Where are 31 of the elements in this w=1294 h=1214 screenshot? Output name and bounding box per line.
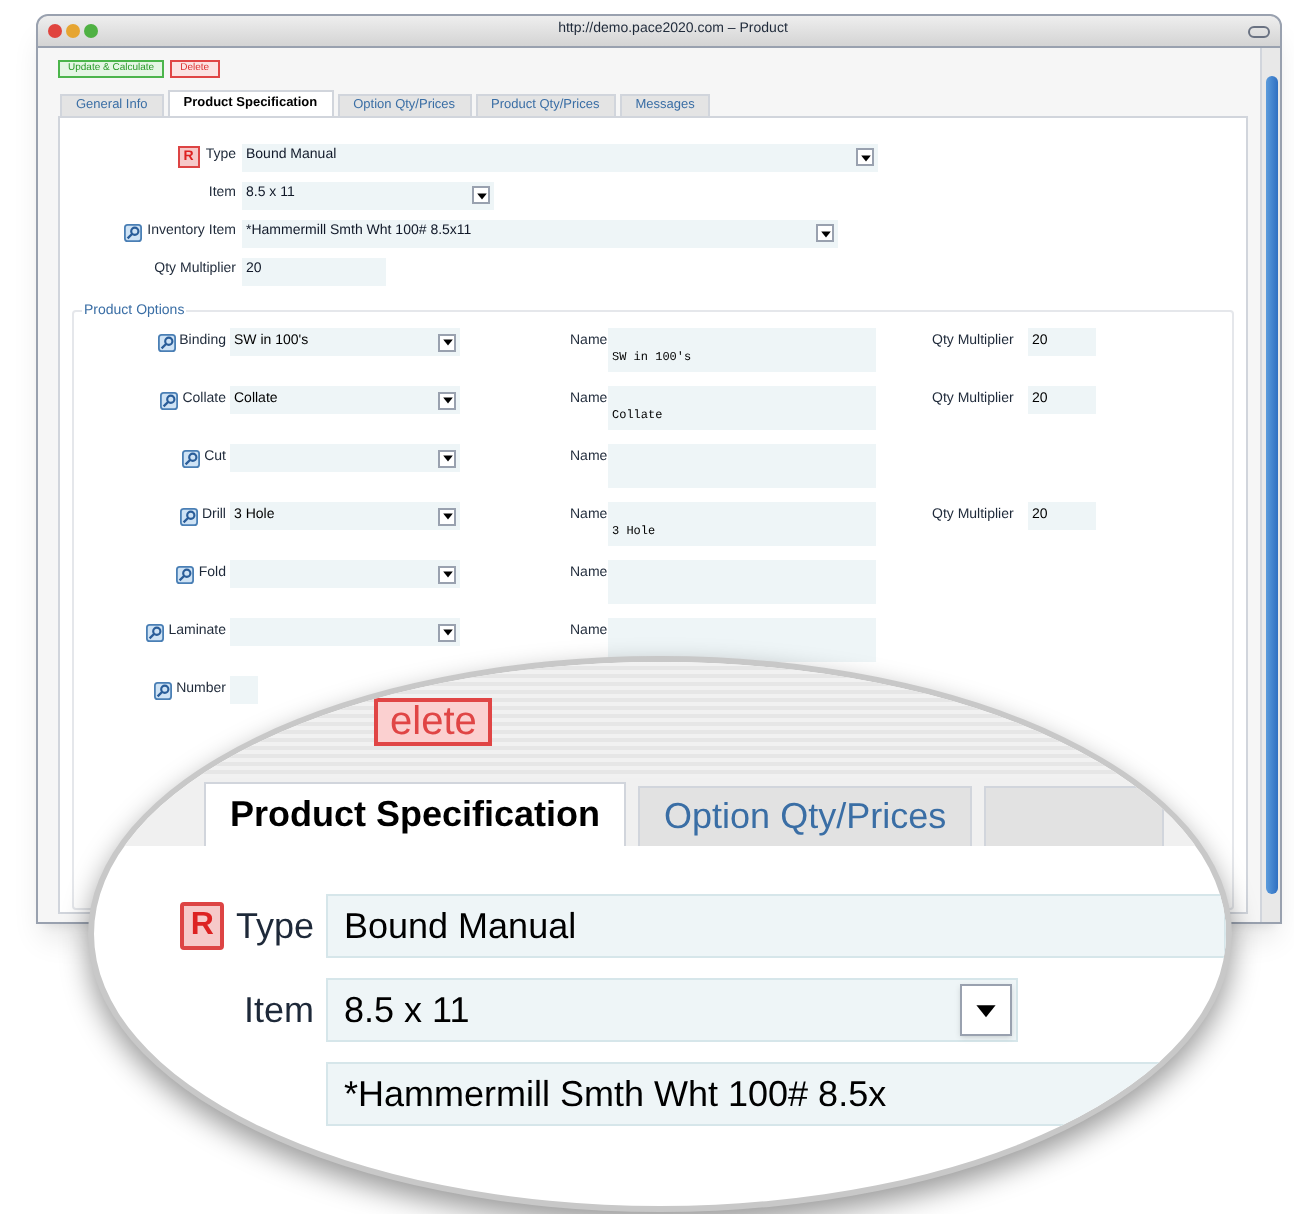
required-badge: R — [180, 902, 224, 950]
magnifier-icon[interactable] — [182, 449, 201, 467]
tab[interactable]: Product Specification — [204, 782, 627, 846]
vertical-scrollbar[interactable] — [1260, 48, 1280, 922]
toolbar-toggle-button[interactable] — [1248, 25, 1270, 37]
name-field[interactable] — [608, 618, 876, 662]
select-field[interactable] — [230, 444, 460, 472]
field-label: Item — [241, 987, 316, 1033]
magnifier-icon[interactable] — [154, 681, 173, 699]
dropdown-arrow-icon[interactable] — [438, 449, 456, 467]
dropdown-arrow-icon[interactable] — [438, 333, 456, 351]
dropdown-arrow-icon[interactable] — [472, 186, 490, 204]
magnifier-icon[interactable] — [146, 623, 165, 641]
tab[interactable]: Option Qty/Prices — [638, 786, 973, 846]
close-button[interactable] — [48, 24, 62, 38]
select-field[interactable]: 8.5 x 11 — [326, 978, 1018, 1042]
select-field[interactable]: Bound Manual — [326, 894, 1226, 958]
select-field[interactable] — [230, 560, 460, 588]
dropdown-arrow-icon[interactable] — [438, 391, 456, 409]
select-field[interactable] — [230, 618, 460, 646]
dropdown-arrow-icon[interactable] — [856, 148, 874, 166]
dropdown-arrow-icon[interactable] — [438, 507, 456, 525]
dropdown-arrow-icon[interactable] — [438, 623, 456, 641]
magnifier-icon[interactable] — [157, 333, 176, 351]
magnifier-icon[interactable] — [179, 507, 198, 525]
field-label: Type — [235, 903, 314, 950]
magnifier-icon[interactable] — [123, 224, 142, 242]
magnifier-icon[interactable] — [176, 565, 195, 583]
dropdown-arrow-icon[interactable] — [438, 565, 456, 583]
magnifier-icon[interactable] — [160, 391, 179, 409]
dropdown-arrow-icon[interactable] — [816, 224, 834, 242]
